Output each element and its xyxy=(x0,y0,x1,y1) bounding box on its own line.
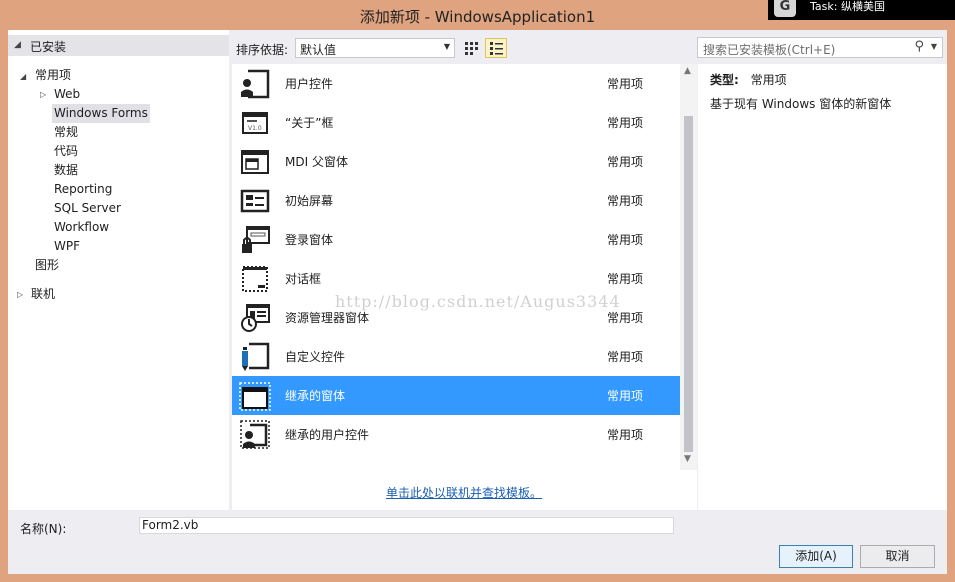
tree-item-online[interactable]: 联机 xyxy=(29,285,57,304)
inherited-user-control-icon xyxy=(240,420,270,449)
task-text: Task: 纵横美国 xyxy=(810,0,885,13)
custom-control-icon xyxy=(242,342,270,371)
dialog-icon xyxy=(242,266,268,292)
template-row[interactable]: 用户控件 常用项 xyxy=(232,64,680,103)
template-category: 常用项 xyxy=(607,350,644,364)
sort-select-value: 默认值 xyxy=(300,43,337,57)
dropdown-arrow-icon[interactable]: ▼ xyxy=(931,42,937,51)
small-icons-view-button[interactable] xyxy=(460,38,482,58)
cancel-button[interactable]: 取消 xyxy=(860,545,935,568)
inherited-form-icon xyxy=(239,382,271,411)
svg-text:V1.0: V1.0 xyxy=(248,125,262,132)
dropdown-arrow-icon: ▼ xyxy=(443,42,450,51)
template-row-selected[interactable]: 继承的窗体 常用项 xyxy=(232,376,680,415)
about-box-icon: V1.0 xyxy=(242,112,268,134)
explorer-form-icon xyxy=(241,304,270,332)
tree-item-code[interactable]: 代码 xyxy=(52,142,80,161)
login-form-icon xyxy=(242,226,270,253)
template-name: 用户控件 xyxy=(285,77,334,91)
collapse-arrow-icon[interactable]: ▷ xyxy=(40,90,46,99)
template-name: 初始屏幕 xyxy=(285,194,334,208)
template-category: 常用项 xyxy=(607,311,644,325)
search-placeholder: 搜索已安装模板(Ctrl+E) xyxy=(703,43,836,57)
tree-header-installed[interactable]: ◢ 已安装 xyxy=(8,35,229,56)
template-row[interactable]: 初始屏幕 常用项 xyxy=(232,181,680,220)
tree-item-data[interactable]: 数据 xyxy=(52,161,80,180)
tree-header-label: 已安装 xyxy=(30,40,67,54)
template-row[interactable]: MDI 父窗体 常用项 xyxy=(232,142,680,181)
template-row[interactable]: 继承的用户控件 常用项 xyxy=(232,415,680,454)
watermark-text: http://blog.csdn.net/Augus3344 xyxy=(335,292,621,311)
scroll-up-arrow-icon[interactable]: ▲ xyxy=(684,66,691,76)
template-category: 常用项 xyxy=(607,155,644,169)
template-name: “关于”框 xyxy=(285,116,334,130)
sort-label: 排序依据: xyxy=(236,43,289,57)
template-category: 常用项 xyxy=(607,77,644,91)
task-badge: G Task: 纵横美国 xyxy=(768,0,955,20)
template-name: 继承的窗体 xyxy=(285,389,346,403)
tree-item-graphics[interactable]: 图形 xyxy=(33,256,61,275)
info-type-row: 类型: 常用项 xyxy=(710,71,787,88)
name-label: 名称(N): xyxy=(20,522,67,536)
search-input[interactable]: 搜索已安装模板(Ctrl+E) ⚲ ▼ xyxy=(697,37,943,58)
template-category: 常用项 xyxy=(607,389,644,403)
template-row[interactable]: 自定义控件 常用项 xyxy=(232,337,680,376)
find-templates-online-link[interactable]: 单击此处以联机并查找模板。 xyxy=(386,484,542,501)
template-row[interactable]: V1.0 “关于”框 常用项 xyxy=(232,103,680,142)
template-name: MDI 父窗体 xyxy=(285,155,348,169)
tree-item-sql-server[interactable]: SQL Server xyxy=(52,199,123,218)
tree-item-common[interactable]: 常用项 xyxy=(33,66,73,85)
template-category: 常用项 xyxy=(607,272,644,286)
template-row[interactable]: 登录窗体 常用项 xyxy=(232,220,680,259)
expand-arrow-icon[interactable]: ◢ xyxy=(14,40,21,50)
template-name: 自定义控件 xyxy=(285,350,346,364)
template-category: 常用项 xyxy=(607,194,644,208)
splash-screen-icon xyxy=(240,189,270,213)
scrollbar-thumb[interactable] xyxy=(684,116,693,452)
expand-arrow-icon[interactable]: ◢ xyxy=(20,72,26,81)
sort-select[interactable]: 默认值 ▼ xyxy=(295,38,455,58)
mdi-parent-form-icon xyxy=(241,150,269,174)
template-name: 继承的用户控件 xyxy=(285,428,370,442)
tree-item-web[interactable]: Web xyxy=(52,85,82,104)
tree-item-windows-forms[interactable]: Windows Forms xyxy=(52,104,150,123)
tree-item-wpf[interactable]: WPF xyxy=(52,237,82,256)
list-view-icon xyxy=(490,42,503,55)
template-category: 常用项 xyxy=(607,116,644,130)
scroll-down-arrow-icon[interactable]: ▼ xyxy=(684,454,691,464)
template-list: 用户控件 常用项 V1.0 “关于”框 常用项 MDI 父窗体 常用项 初始屏幕… xyxy=(232,64,697,510)
vertical-scrollbar[interactable]: ▲ ▼ xyxy=(680,64,697,470)
tree-item-workflow[interactable]: Workflow xyxy=(52,218,111,237)
info-type-label: 类型: xyxy=(710,73,739,87)
collapse-arrow-icon[interactable]: ▷ xyxy=(17,290,23,299)
template-info-pane: 类型: 常用项 基于现有 Windows 窗体的新窗体 xyxy=(698,64,947,510)
template-name: 登录窗体 xyxy=(285,233,334,247)
template-name: 对话框 xyxy=(285,272,322,286)
template-category: 常用项 xyxy=(607,428,644,442)
name-input[interactable]: Form2.vb xyxy=(139,517,674,534)
tree-item-general[interactable]: 常规 xyxy=(52,123,80,142)
list-view-button[interactable] xyxy=(485,38,507,58)
search-icon[interactable]: ⚲ xyxy=(914,39,924,54)
g-logo-icon: G xyxy=(774,0,796,17)
tree-item-reporting[interactable]: Reporting xyxy=(52,180,114,199)
small-icons-view-icon xyxy=(465,42,478,55)
template-tree: ◢ 已安装 ◢ 常用项 ▷ Web Windows Forms 常规 代码 数据… xyxy=(8,30,229,510)
template-category: 常用项 xyxy=(607,233,644,247)
template-name: 资源管理器窗体 xyxy=(285,311,370,325)
add-button[interactable]: 添加(A) xyxy=(779,545,853,568)
info-type-value: 常用项 xyxy=(750,73,787,87)
info-description: 基于现有 Windows 窗体的新窗体 xyxy=(710,97,892,111)
user-control-icon xyxy=(241,69,270,99)
